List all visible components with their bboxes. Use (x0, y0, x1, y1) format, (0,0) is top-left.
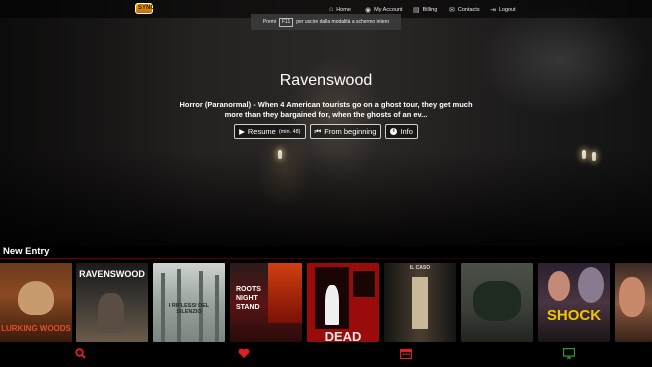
poster-card[interactable]: DEAD (307, 263, 379, 342)
user-icon: ◉ (365, 6, 372, 14)
resume-minute: (min. 48) (278, 128, 301, 135)
nav-logout[interactable]: ⇥ Logout (490, 4, 516, 15)
poster-title: RAVENSWOOD (79, 269, 145, 279)
calendar-icon[interactable] (399, 346, 413, 364)
section-title: New Entry (3, 246, 50, 257)
fullscreen-key: F11 (278, 17, 294, 27)
poster-figure (98, 293, 124, 333)
nav-account-label: My Account (374, 6, 403, 13)
from-beginning-label: From beginning (324, 127, 377, 136)
poster-card[interactable] (615, 263, 652, 342)
poster-card[interactable]: SHOCK (538, 263, 610, 342)
from-beginning-button[interactable]: ⏮ From beginning (309, 124, 382, 139)
home-icon: ⌂ (329, 6, 334, 13)
billing-icon: ▤ (413, 6, 420, 14)
nav-home-label: Home (336, 6, 351, 13)
brand-logo[interactable]: SYNC (135, 3, 155, 14)
poster-window (353, 271, 375, 297)
info-icon: i (390, 128, 398, 135)
poster-title: I RIFLESSI DEL SILENZIO (168, 303, 210, 315)
resume-label: Resume (247, 127, 276, 136)
poster-title: LURKING WOODS (1, 324, 71, 333)
poster-figure (325, 285, 339, 325)
poster-title: DEAD (324, 329, 362, 342)
envelope-icon: ✉ (449, 6, 455, 14)
bottom-navigation-bar (0, 342, 652, 367)
fullscreen-notice-after: per uscire dalla modalità a schermo inte… (296, 19, 390, 25)
movie-title: Ravenswood (279, 72, 373, 89)
nav-contacts-label: Contacts (457, 6, 480, 13)
poster-title: ROOTS NIGHT STAND (236, 286, 261, 311)
poster-figure (18, 281, 54, 315)
poster-doorway (412, 277, 428, 329)
movie-description: Horror (Paranormal) - When 4 American to… (179, 100, 473, 119)
hero-banner (0, 0, 652, 246)
logout-icon: ⇥ (490, 6, 496, 14)
poster-card[interactable] (461, 263, 533, 342)
poster-row: LURKING WOODS RAVENSWOOD I RIFLESSI DEL … (0, 263, 652, 342)
poster-card[interactable]: ROOTS NIGHT STAND (230, 263, 302, 342)
poster-foliage (473, 281, 521, 321)
fullscreen-notice: Premi F11 per uscire dalla modalità a sc… (251, 14, 401, 30)
poster-title: SHOCK (546, 307, 602, 324)
nav-logout-label: Logout (498, 6, 516, 13)
poster-title: IL CASO (409, 265, 431, 271)
poster-card[interactable]: LURKING WOODS (0, 263, 72, 342)
nav-billing-label: Billing (422, 6, 438, 13)
hero-fade (0, 150, 652, 246)
poster-card[interactable]: I RIFLESSI DEL SILENZIO (153, 263, 225, 342)
poster-card[interactable]: IL CASO (384, 263, 456, 342)
play-icon: ▶ (239, 127, 245, 136)
heart-icon[interactable] (238, 346, 250, 364)
skip-back-icon: ⏮ (314, 126, 322, 136)
info-label: Info (400, 127, 413, 136)
nav-billing[interactable]: ▤ Billing (413, 4, 437, 15)
search-icon[interactable] (75, 346, 86, 364)
poster-figure (619, 277, 645, 317)
nav-contacts[interactable]: ✉ Contacts (449, 4, 480, 15)
resume-button[interactable]: ▶ Resume (min. 48) (234, 124, 306, 139)
section-divider (0, 258, 652, 259)
info-button[interactable]: i Info (385, 124, 418, 139)
fullscreen-notice-before: Premi (262, 19, 276, 25)
poster-card[interactable]: RAVENSWOOD (76, 263, 148, 342)
tv-icon[interactable] (563, 346, 576, 364)
hero-actions: ▶ Resume (min. 48) ⏮ From beginning i In… (0, 124, 652, 139)
